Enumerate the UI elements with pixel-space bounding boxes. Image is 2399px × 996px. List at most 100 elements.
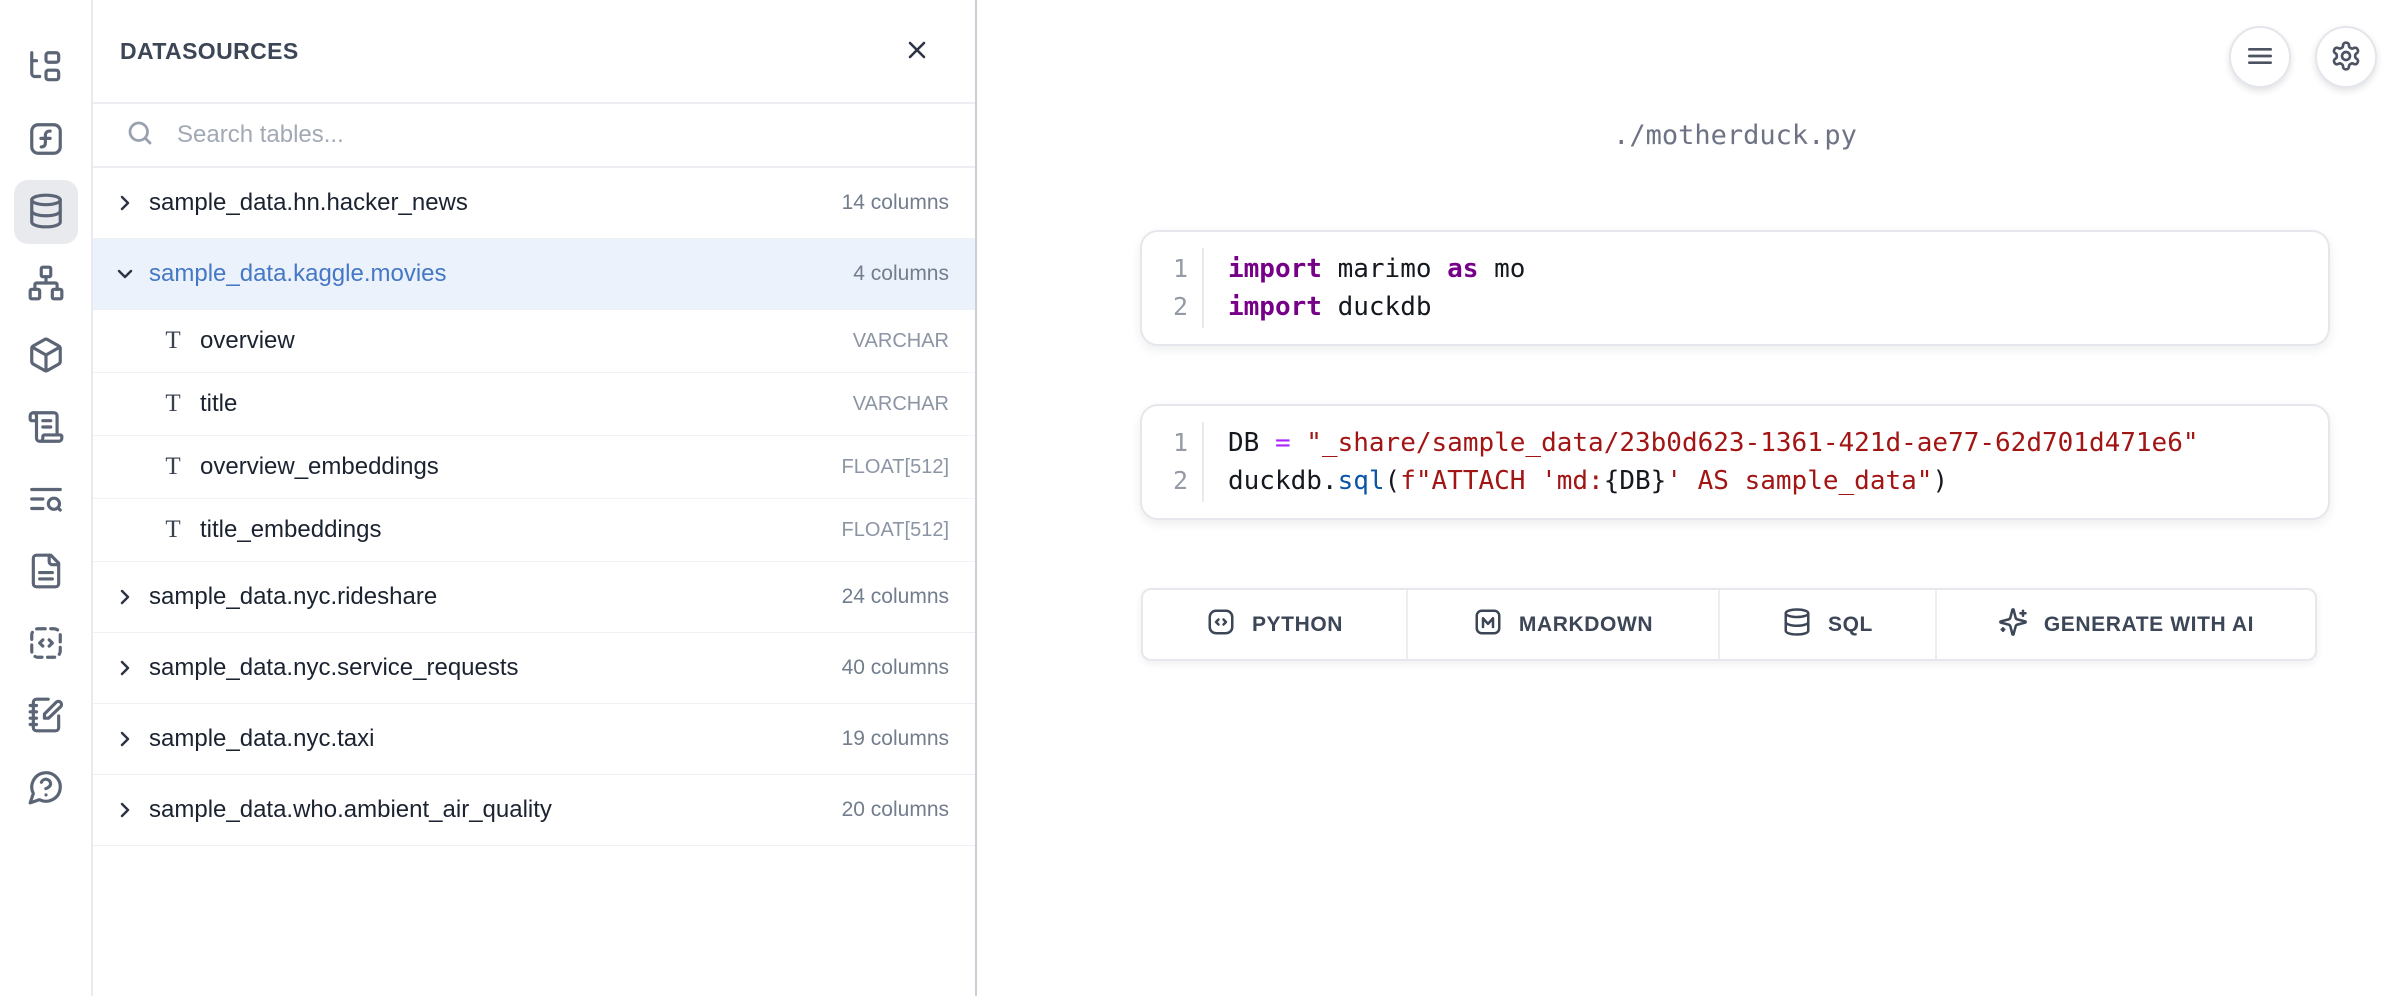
sidebar-item-snippets[interactable]: [14, 612, 78, 676]
sidebar-item-documentation[interactable]: [14, 540, 78, 604]
column-name: overview_embeddings: [200, 453, 842, 481]
code-cell[interactable]: 1 2 import marimo as mo import duckdb: [1140, 230, 2330, 346]
table-column-count: 19 columns: [842, 727, 949, 751]
table-column-count: 40 columns: [842, 656, 949, 680]
add-markdown-cell-label: MARKDOWN: [1519, 613, 1653, 637]
code-line: DB = "_share/sample_data/23b0d623-1361-4…: [1228, 424, 2308, 462]
sidebar-item-dependencies[interactable]: [14, 252, 78, 316]
add-python-cell-label: PYTHON: [1252, 613, 1343, 637]
type-text-icon: T: [160, 516, 186, 544]
line-number-gutter: 1 2: [1142, 422, 1204, 502]
table-column-count: 20 columns: [842, 798, 949, 822]
chat-question-icon: [27, 768, 65, 809]
table-row[interactable]: sample_data.nyc.rideshare 24 columns: [93, 562, 975, 633]
table-name: sample_data.who.ambient_air_quality: [149, 796, 826, 824]
close-icon: [903, 36, 931, 67]
table-name: sample_data.nyc.rideshare: [149, 583, 826, 611]
generate-with-ai-button[interactable]: GENERATE WITH AI: [1935, 590, 2315, 659]
table-row[interactable]: sample_data.who.ambient_air_quality 20 c…: [93, 775, 975, 846]
search-input[interactable]: [177, 121, 948, 149]
column-type: FLOAT[512]: [842, 519, 949, 542]
chevron-right-icon: [112, 655, 138, 681]
file-text-icon: [27, 552, 65, 593]
folder-tree-icon: [27, 48, 65, 89]
table-row[interactable]: sample_data.hn.hacker_news 14 columns: [93, 168, 975, 239]
table-search: [93, 104, 975, 168]
sidebar-item-help[interactable]: [14, 756, 78, 820]
table-name: sample_data.nyc.service_requests: [149, 654, 826, 682]
network-icon: [27, 264, 65, 305]
notebook-area: ./motherduck.py 1 2 import marimo as mo …: [977, 0, 2399, 996]
type-text-icon: T: [160, 327, 186, 355]
column-type: VARCHAR: [853, 393, 949, 416]
line-number: 1: [1173, 250, 1188, 288]
settings-button[interactable]: [2315, 26, 2377, 88]
column-row[interactable]: T title VARCHAR: [93, 373, 975, 436]
sidebar-item-tracebacks[interactable]: [14, 468, 78, 532]
menu-icon: [2244, 40, 2276, 75]
add-sql-cell-label: SQL: [1828, 613, 1873, 637]
table-row[interactable]: sample_data.nyc.taxi 19 columns: [93, 704, 975, 775]
datasources-panel-header: DATASOURCES: [93, 0, 975, 104]
column-row[interactable]: T overview_embeddings FLOAT[512]: [93, 436, 975, 499]
table-row[interactable]: sample_data.nyc.service_requests 40 colu…: [93, 633, 975, 704]
sparkles-icon: [1998, 607, 2028, 643]
notebook-pen-icon: [27, 696, 65, 737]
list-search-icon: [27, 480, 65, 521]
table-column-count: 14 columns: [842, 191, 949, 215]
line-number: 2: [1173, 288, 1188, 326]
chevron-right-icon: [112, 190, 138, 216]
add-sql-cell-button[interactable]: SQL: [1718, 590, 1935, 659]
table-name: sample_data.kaggle.movies: [149, 260, 837, 288]
top-actions: [2229, 26, 2377, 88]
column-name: title: [200, 390, 853, 418]
database-icon: [27, 192, 65, 233]
panel-title: DATASOURCES: [120, 38, 299, 65]
code-editor[interactable]: import marimo as mo import duckdb: [1204, 248, 2328, 328]
sidebar-item-logs[interactable]: [14, 396, 78, 460]
box-icon: [27, 336, 65, 377]
table-column-count: 24 columns: [842, 585, 949, 609]
sidebar-item-files[interactable]: [14, 36, 78, 100]
add-python-cell-button[interactable]: PYTHON: [1143, 590, 1406, 659]
type-text-icon: T: [160, 390, 186, 418]
code-square-icon: [27, 624, 65, 665]
line-number-gutter: 1 2: [1142, 248, 1204, 328]
chevron-right-icon: [112, 584, 138, 610]
chevron-down-icon: [112, 261, 138, 287]
activity-bar: [0, 0, 93, 996]
add-cell-button-bar: PYTHON MARKDOWN SQL GENERATE WITH AI: [1141, 588, 2317, 661]
sidebar-item-packages[interactable]: [14, 324, 78, 388]
square-m-icon: [1473, 607, 1503, 643]
datasources-panel: DATASOURCES sample_data.hn.hacker_news 1…: [93, 0, 977, 996]
settings-gear-icon: [2330, 40, 2362, 75]
sidebar-item-variables[interactable]: [14, 108, 78, 172]
notebook-filename[interactable]: ./motherduck.py: [1140, 120, 2330, 151]
database-icon: [1782, 607, 1812, 643]
tables-list: sample_data.hn.hacker_news 14 columns sa…: [93, 168, 975, 846]
table-name: sample_data.hn.hacker_news: [149, 189, 826, 217]
add-markdown-cell-button[interactable]: MARKDOWN: [1406, 590, 1718, 659]
type-text-icon: T: [160, 453, 186, 481]
chevron-right-icon: [112, 797, 138, 823]
square-function-icon: [27, 120, 65, 161]
code-editor[interactable]: DB = "_share/sample_data/23b0d623-1361-4…: [1204, 422, 2328, 502]
sidebar-item-scratchpad[interactable]: [14, 684, 78, 748]
code-cell[interactable]: 1 2 DB = "_share/sample_data/23b0d623-13…: [1140, 404, 2330, 520]
table-name: sample_data.nyc.taxi: [149, 725, 826, 753]
column-name: title_embeddings: [200, 516, 842, 544]
chevron-right-icon: [112, 726, 138, 752]
column-type: FLOAT[512]: [842, 456, 949, 479]
code-square-icon: [1206, 607, 1236, 643]
line-number: 2: [1173, 462, 1188, 500]
table-row[interactable]: sample_data.kaggle.movies 4 columns: [93, 239, 975, 310]
column-row[interactable]: T title_embeddings FLOAT[512]: [93, 499, 975, 562]
close-panel-button[interactable]: [903, 36, 931, 67]
column-type: VARCHAR: [853, 330, 949, 353]
notebook-menu-button[interactable]: [2229, 26, 2291, 88]
column-row[interactable]: T overview VARCHAR: [93, 310, 975, 373]
code-line: import duckdb: [1228, 288, 2308, 326]
sidebar-item-datasources[interactable]: [14, 180, 78, 244]
table-column-count: 4 columns: [853, 262, 949, 286]
search-icon: [125, 118, 155, 153]
